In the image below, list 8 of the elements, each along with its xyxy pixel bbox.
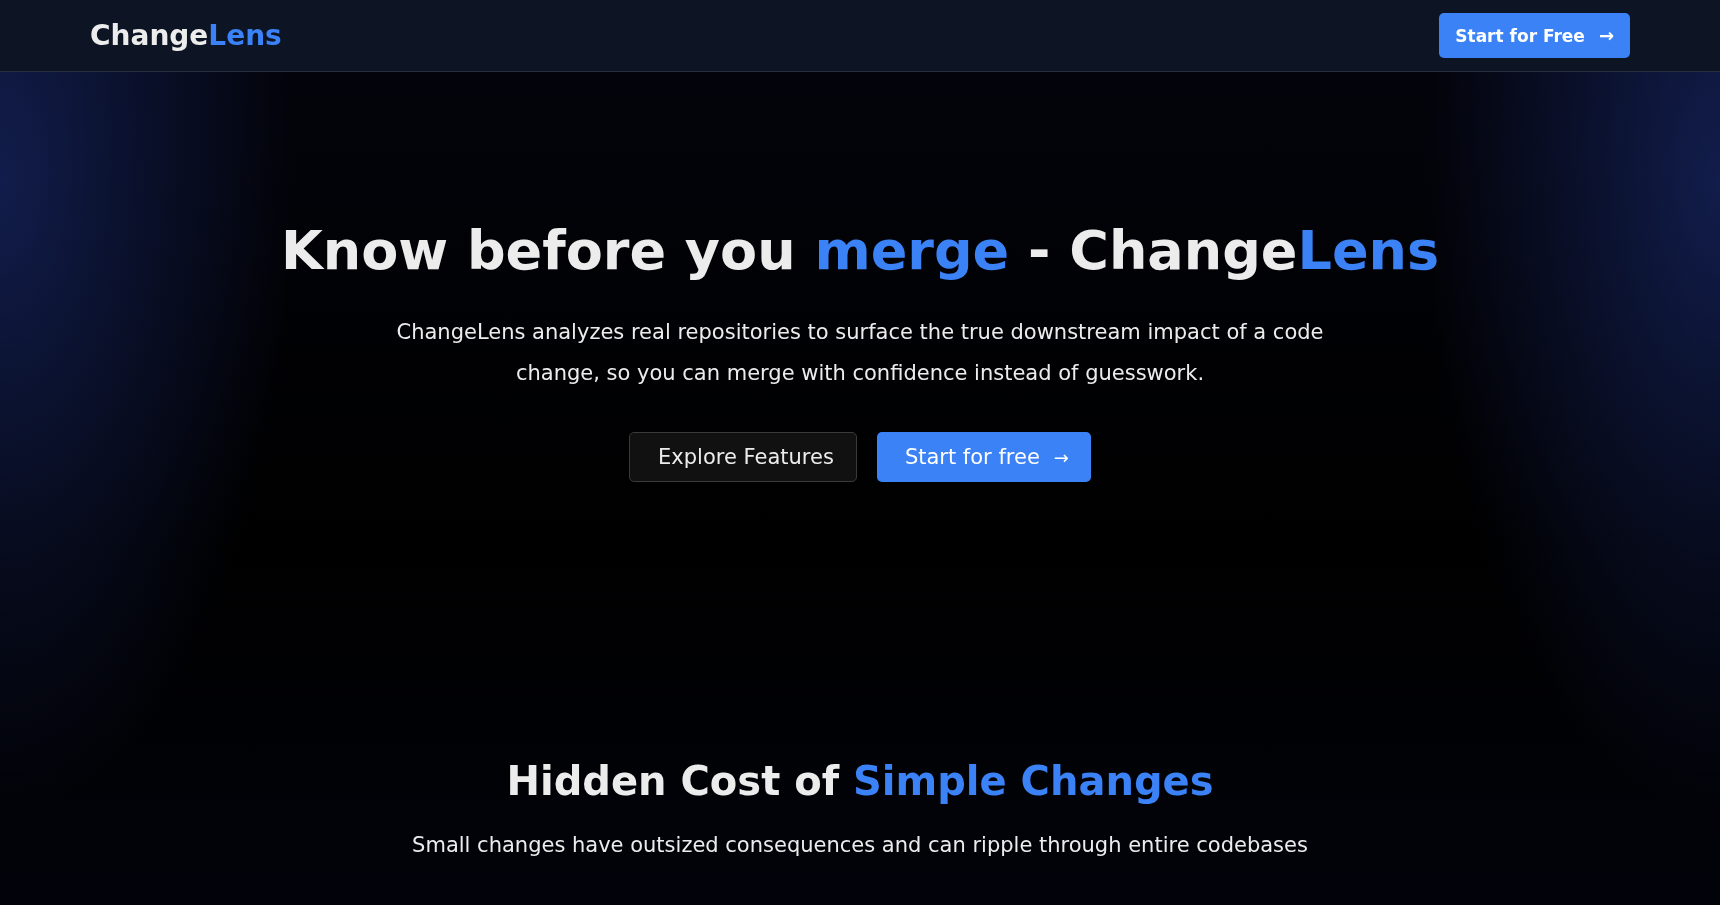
start-for-free-button[interactable]: Start for Free → [1439,13,1630,58]
section-heading: Hidden Cost of Simple Changes [506,757,1214,806]
hero-description: ChangeLens analyzes real repositories to surface the true downstream impact of a code change, so you can merge with confidence instead of guesswork. [395,319,1325,387]
logo[interactable]: ChangeLens [90,19,282,52]
hero-heading: Know before you merge - ChangeLens [280,218,1440,284]
explore-features-button[interactable]: Explore Features [629,432,857,482]
start-for-free-button[interactable]: Start for free → [876,432,1091,482]
section-subtitle: Small changes have outsized consequences and can ripple through entire codebases [412,832,1308,859]
